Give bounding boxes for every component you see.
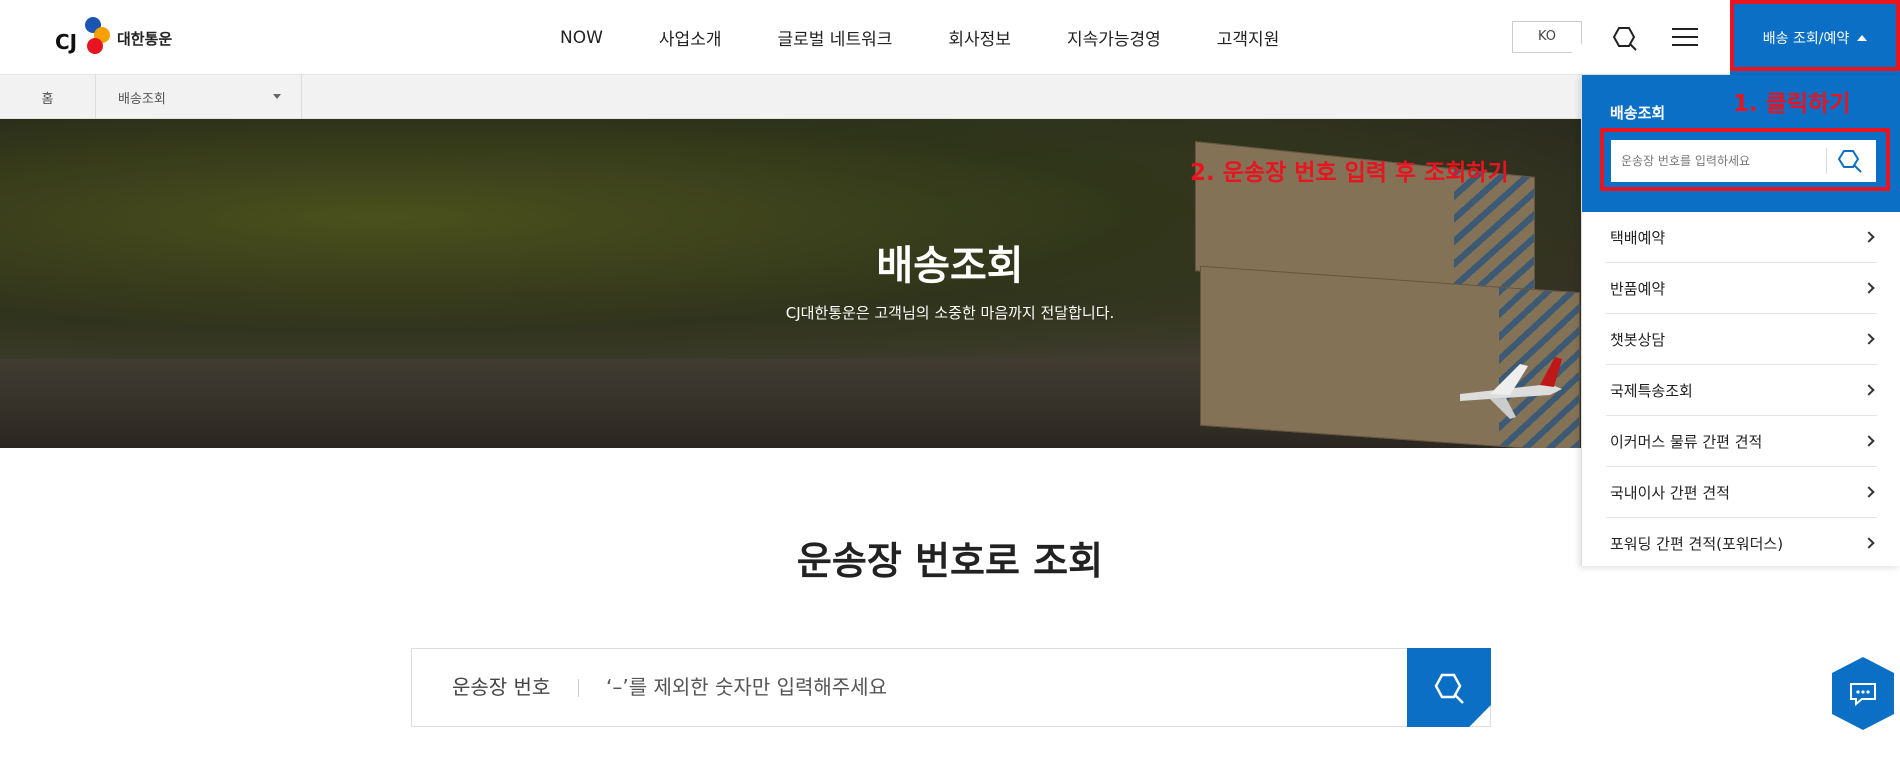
nav-item-business[interactable]: 사업소개 (659, 25, 722, 50)
search-icon (1837, 150, 1862, 173)
breadcrumb-current-label: 배송조회 (118, 91, 166, 107)
nav-item-sustainability[interactable]: 지속가능경영 (1067, 25, 1161, 50)
chevron-right-icon (1863, 435, 1875, 447)
dropdown-search-box (1611, 140, 1876, 182)
tracking-search-bar: 운송장 번호 (411, 648, 1491, 727)
dropdown-item-label: 국내이사 간편 견적 (1610, 483, 1730, 502)
tracking-number-input[interactable] (606, 667, 1206, 707)
tracking-search-button[interactable] (1407, 648, 1491, 727)
dropdown-item-ecommerce-quote[interactable]: 이커머스 물류 간편 견적 (1606, 416, 1877, 467)
caret-up-icon (1857, 34, 1868, 41)
dropdown-item-international[interactable]: 국제특송조회 (1606, 365, 1877, 416)
hamburger-menu-icon[interactable] (1672, 28, 1698, 48)
cj-logo[interactable]: CJ 대한통운 (55, 12, 195, 64)
nav-item-support[interactable]: 고객지원 (1217, 25, 1280, 50)
annotation-step2: 2. 운송장 번호 입력 후 조회하기 (1190, 160, 1509, 186)
nav-item-global-network[interactable]: 글로벌 네트워크 (777, 25, 892, 50)
dropdown-item-label: 국제특송조회 (1610, 381, 1693, 400)
chatbot-button[interactable] (1832, 657, 1894, 730)
chevron-right-icon (1863, 333, 1875, 345)
dropdown-title: 배송조회 (1610, 104, 1666, 122)
site-header: CJ 대한통운 NOW 사업소개 글로벌 네트워크 회사정보 지속가능경영 고객… (0, 0, 1900, 75)
cj-logo-icon: CJ (55, 17, 110, 54)
nav-item-now[interactable]: NOW (560, 28, 603, 48)
chat-bubble-icon (1850, 682, 1876, 706)
main-nav: NOW 사업소개 글로벌 네트워크 회사정보 지속가능경영 고객지원 (560, 0, 1279, 75)
airplane-model-icon (1460, 357, 1562, 419)
dropdown-search-divider (1826, 148, 1827, 174)
delivery-button-label: 배송 조회/예약 (1762, 30, 1850, 47)
annotation-step1: 1. 클릭하기 (1733, 91, 1851, 117)
tracking-label: 운송장 번호 (452, 675, 551, 699)
hero-title: 배송조회 (876, 243, 1024, 289)
breadcrumb-current-dropdown[interactable]: 배송조회 (96, 75, 302, 119)
delivery-lookup-reservation-button[interactable]: 배송 조회/예약 (1730, 0, 1900, 75)
search-icon (1434, 673, 1464, 704)
chevron-right-icon (1863, 537, 1875, 549)
search-divider (578, 679, 579, 697)
language-button[interactable]: KO (1512, 21, 1582, 53)
dropdown-search-button[interactable] (1835, 147, 1867, 175)
chevron-right-icon (1863, 486, 1875, 498)
breadcrumb-home[interactable]: 홈 (0, 75, 96, 119)
dropdown-item-label: 포워딩 간편 견적(포워더스) (1610, 535, 1784, 553)
dropdown-item-forwarding-quote[interactable]: 포워딩 간편 견적(포워더스) (1606, 518, 1877, 569)
caret-down-icon (273, 94, 281, 99)
svg-text:CJ: CJ (55, 30, 77, 54)
logo-text: 대한통운 (117, 29, 173, 48)
hero-subtitle: CJ대한통운은 고객님의 소중한 마음까지 전달합니다. (785, 304, 1115, 322)
dropdown-item-label: 이커머스 물류 간편 견적 (1610, 432, 1763, 451)
dropdown-item-label: 챗봇상담 (1610, 330, 1666, 349)
chevron-right-icon (1863, 384, 1875, 396)
nav-item-company[interactable]: 회사정보 (948, 25, 1011, 50)
dropdown-item-moving-quote[interactable]: 국내이사 간편 견적 (1606, 467, 1877, 518)
search-icon[interactable] (1610, 24, 1638, 52)
dropdown-tracking-input[interactable] (1621, 149, 1821, 173)
